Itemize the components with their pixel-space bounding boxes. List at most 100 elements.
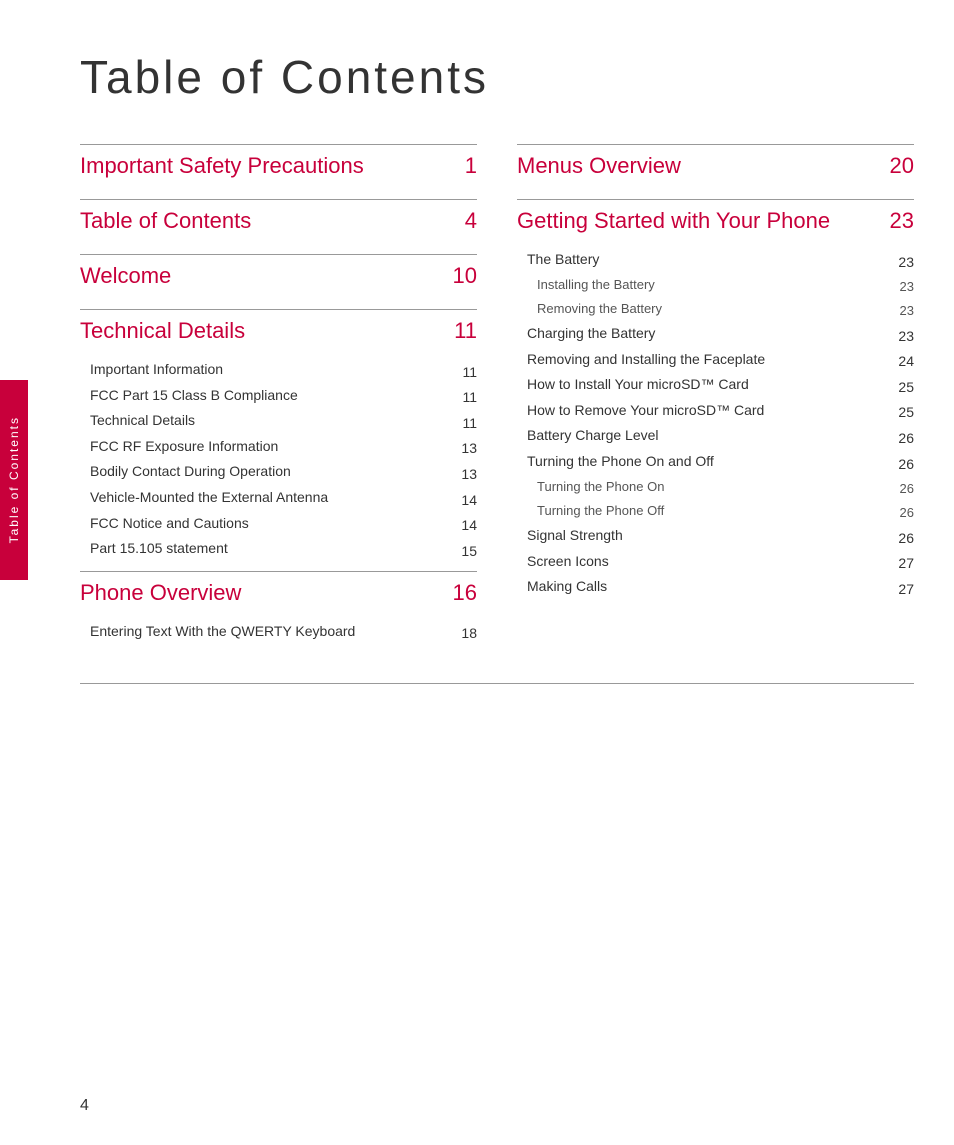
toc-entry-sub: How to Remove Your microSD™ Card25 [517, 401, 914, 421]
entry-page: 24 [898, 353, 914, 369]
entry-title: Welcome [80, 263, 453, 289]
entry-page: 23 [898, 328, 914, 344]
toc-entry-sub: Removing and Installing the Faceplate24 [517, 350, 914, 370]
entry-page: 26 [898, 456, 914, 472]
toc-entry-sub: Charging the Battery23 [517, 324, 914, 344]
entry-title: FCC Notice and Cautions [90, 514, 461, 534]
toc-entry-sub: Entering Text With the QWERTY Keyboard18 [80, 622, 477, 642]
bottom-divider [80, 683, 914, 684]
entry-title: Installing the Battery [537, 276, 900, 294]
entry-title: Part 15.105 statement [90, 539, 461, 559]
entry-page: 14 [461, 517, 477, 533]
toc-entry-sub: Battery Charge Level26 [517, 426, 914, 446]
toc-entry-sub: Vehicle-Mounted the External Antenna14 [80, 488, 477, 508]
entry-page: 26 [900, 481, 914, 496]
entry-title: Technical Details [90, 411, 462, 431]
entry-page: 14 [461, 492, 477, 508]
entry-title: FCC RF Exposure Information [90, 437, 461, 457]
toc-columns: Important Safety Precautions1 Table of Co… [80, 144, 914, 653]
entry-page: 11 [462, 415, 477, 431]
entry-title: Important Information [90, 360, 462, 380]
entry-page: 11 [462, 364, 477, 380]
entry-page: 11 [462, 389, 477, 405]
section-table-of-contents: Table of Contents4 [80, 199, 477, 242]
section-divider [517, 199, 914, 200]
section-divider [80, 571, 477, 572]
entry-title: Turning the Phone On and Off [527, 452, 898, 472]
section-divider [517, 144, 914, 145]
entry-title: Removing the Battery [537, 300, 900, 318]
toc-entry-major: Phone Overview16 [80, 580, 477, 614]
entry-title: Menus Overview [517, 153, 890, 179]
toc-entry-sub: Screen Icons27 [517, 552, 914, 572]
entry-title: How to Install Your microSD™ Card [527, 375, 898, 395]
entry-title: Table of Contents [80, 208, 465, 234]
entry-page: 15 [461, 543, 477, 559]
entry-page: 26 [898, 430, 914, 446]
toc-entry-major: Table of Contents4 [80, 208, 477, 242]
entry-page: 26 [898, 530, 914, 546]
entry-title: Signal Strength [527, 526, 898, 546]
entry-page: 27 [898, 581, 914, 597]
toc-entry-sub: Removing the Battery23 [517, 300, 914, 318]
entry-page: 10 [453, 263, 477, 289]
toc-entry-sub: Important Information11 [80, 360, 477, 380]
toc-entry-major: Getting Started with Your Phone23 [517, 208, 914, 242]
entry-page: 23 [900, 279, 914, 294]
toc-entry-sub: Turning the Phone Off26 [517, 502, 914, 520]
entry-title: Getting Started with Your Phone [517, 208, 890, 234]
sidebar-tab: Table of Contents [0, 380, 28, 580]
toc-entry-sub: Bodily Contact During Operation13 [80, 462, 477, 482]
entry-page: 23 [890, 208, 914, 234]
page-container: Table of Contents Table of Contents Impo… [0, 0, 954, 1145]
entry-title: How to Remove Your microSD™ Card [527, 401, 898, 421]
section-welcome: Welcome10 [80, 254, 477, 297]
left-column: Important Safety Precautions1 Table of Co… [80, 144, 477, 653]
entry-title: Phone Overview [80, 580, 453, 606]
section-menus-overview: Menus Overview20 [517, 144, 914, 187]
entry-title: Bodily Contact During Operation [90, 462, 461, 482]
page-number: 4 [80, 1097, 89, 1115]
entry-page: 26 [900, 505, 914, 520]
entry-title: FCC Part 15 Class B Compliance [90, 386, 462, 406]
toc-entry-sub: Signal Strength26 [517, 526, 914, 546]
section-divider [80, 309, 477, 310]
page-title: Table of Contents [80, 50, 914, 104]
section-technical-details: Technical Details11Important Information… [80, 309, 477, 559]
sidebar-label: Table of Contents [7, 416, 21, 543]
entry-title: Turning the Phone Off [537, 502, 900, 520]
entry-page: 20 [890, 153, 914, 179]
entry-page: 25 [898, 404, 914, 420]
entry-page: 16 [453, 580, 477, 606]
toc-entry-sub: Technical Details11 [80, 411, 477, 431]
entry-title: Important Safety Precautions [80, 153, 465, 179]
entry-title: Entering Text With the QWERTY Keyboard [90, 622, 461, 642]
main-content: Table of Contents Important Safety Preca… [80, 50, 914, 653]
toc-entry-sub: Turning the Phone On and Off26 [517, 452, 914, 472]
entry-page: 27 [898, 555, 914, 571]
section-divider [80, 254, 477, 255]
toc-entry-major: Technical Details11 [80, 318, 477, 352]
entry-title: Vehicle-Mounted the External Antenna [90, 488, 461, 508]
toc-entry-major: Menus Overview20 [517, 153, 914, 187]
toc-entry-sub: How to Install Your microSD™ Card25 [517, 375, 914, 395]
toc-entry-sub: FCC Part 15 Class B Compliance11 [80, 386, 477, 406]
entry-page: 1 [465, 153, 477, 179]
toc-entry-sub: FCC RF Exposure Information13 [80, 437, 477, 457]
entry-title: Technical Details [80, 318, 454, 344]
entry-page: 23 [900, 303, 914, 318]
section-important-safety: Important Safety Precautions1 [80, 144, 477, 187]
section-divider [80, 144, 477, 145]
entry-title: Making Calls [527, 577, 898, 597]
toc-entry-sub: Turning the Phone On26 [517, 478, 914, 496]
toc-entry-sub: FCC Notice and Cautions14 [80, 514, 477, 534]
section-divider [80, 199, 477, 200]
right-column: Menus Overview20 Getting Started with You… [517, 144, 914, 653]
entry-title: Removing and Installing the Faceplate [527, 350, 898, 370]
toc-entry-sub: Installing the Battery23 [517, 276, 914, 294]
entry-page: 13 [461, 440, 477, 456]
toc-entry-sub: The Battery23 [517, 250, 914, 270]
toc-entry-major: Welcome10 [80, 263, 477, 297]
toc-entry-sub: Part 15.105 statement15 [80, 539, 477, 559]
toc-entry-sub: Making Calls27 [517, 577, 914, 597]
